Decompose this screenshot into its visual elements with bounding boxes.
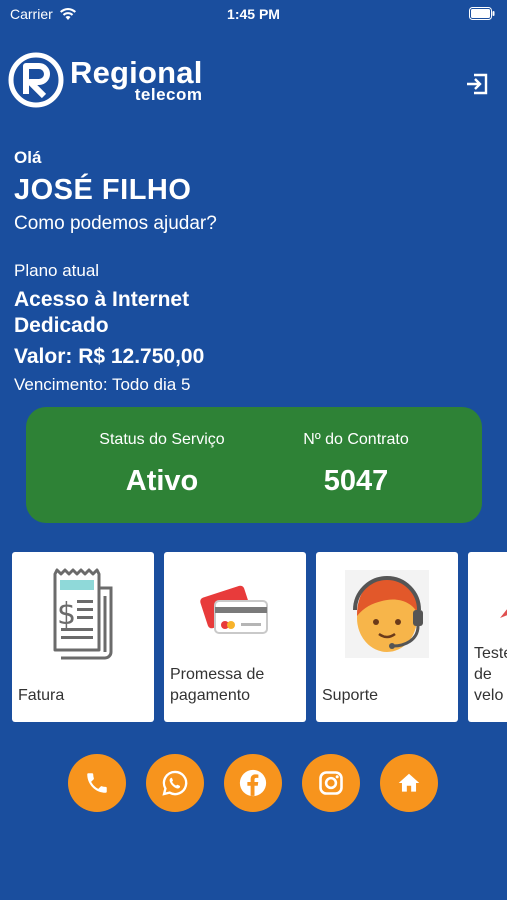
instagram-button[interactable] bbox=[302, 754, 360, 812]
svg-text:$: $ bbox=[57, 597, 76, 632]
invoice-icon: $ bbox=[53, 568, 113, 660]
home-button[interactable] bbox=[380, 754, 438, 812]
card-label: Promessa de pagamento bbox=[170, 666, 265, 704]
service-status-value: Ativo bbox=[125, 465, 199, 497]
service-status-card: Status do Serviço Ativo Nº do Contrato 5… bbox=[26, 407, 482, 523]
card-suporte[interactable]: Suporte bbox=[316, 552, 458, 722]
regional-logo-icon bbox=[8, 52, 64, 108]
brand-logo: Regional telecom bbox=[8, 52, 203, 108]
clock: 1:45 PM bbox=[227, 6, 280, 22]
plan-label: Plano atual bbox=[14, 261, 100, 280]
status-bar: Carrier 1:45 PM bbox=[0, 0, 507, 28]
instagram-icon bbox=[319, 771, 343, 795]
card-label: Suporte bbox=[322, 687, 379, 704]
service-status: Status do Serviço Ativo bbox=[62, 431, 262, 498]
speed-test-icon bbox=[500, 609, 507, 618]
whatsapp-button[interactable] bbox=[146, 754, 204, 812]
contract-number-value: 5047 bbox=[323, 465, 389, 497]
contract-number: Nº do Contrato 5047 bbox=[256, 431, 456, 498]
user-name: JOSÉ FILHO bbox=[14, 174, 192, 206]
plan-due-date: Vencimento: Todo dia 5 bbox=[14, 375, 191, 394]
greeting-hello: Olá bbox=[14, 148, 42, 167]
phone-button[interactable] bbox=[68, 754, 126, 812]
service-status-label: Status do Serviço bbox=[99, 431, 225, 448]
plan-section: Plano atual Acesso à Internet Dedicado V… bbox=[14, 261, 484, 395]
support-agent-icon bbox=[345, 570, 429, 658]
service-cards-carousel[interactable]: $ Fatura Promessa de pagamento Suporte T… bbox=[12, 552, 507, 722]
facebook-button[interactable] bbox=[224, 754, 282, 812]
credit-card-icon bbox=[200, 585, 268, 634]
battery-icon bbox=[469, 7, 495, 20]
facebook-icon bbox=[239, 769, 267, 797]
home-icon bbox=[398, 773, 420, 792]
card-label: Fatura bbox=[18, 687, 65, 704]
brand-name: Regional bbox=[70, 55, 203, 90]
contact-buttons bbox=[68, 754, 438, 812]
whatsapp-icon bbox=[162, 770, 188, 796]
phone-icon bbox=[87, 773, 107, 793]
card-teste-velocidade[interactable]: Teste de velo bbox=[468, 552, 507, 722]
card-promessa-pagamento[interactable]: Promessa de pagamento bbox=[164, 552, 306, 722]
greeting-help: Como podemos ajudar? bbox=[14, 213, 217, 234]
card-fatura[interactable]: $ Fatura bbox=[12, 552, 154, 722]
plan-price: Valor: R$ 12.750,00 bbox=[14, 345, 205, 368]
greeting-section: Olá JOSÉ FILHO Como podemos ajudar? bbox=[14, 148, 217, 235]
brand-wordmark: Regional telecom bbox=[70, 57, 203, 103]
plan-name: Acesso à Internet Dedicado bbox=[14, 288, 190, 337]
contract-number-label: Nº do Contrato bbox=[303, 431, 409, 448]
logout-icon[interactable] bbox=[463, 70, 491, 98]
card-label: Teste de velo bbox=[474, 645, 507, 704]
